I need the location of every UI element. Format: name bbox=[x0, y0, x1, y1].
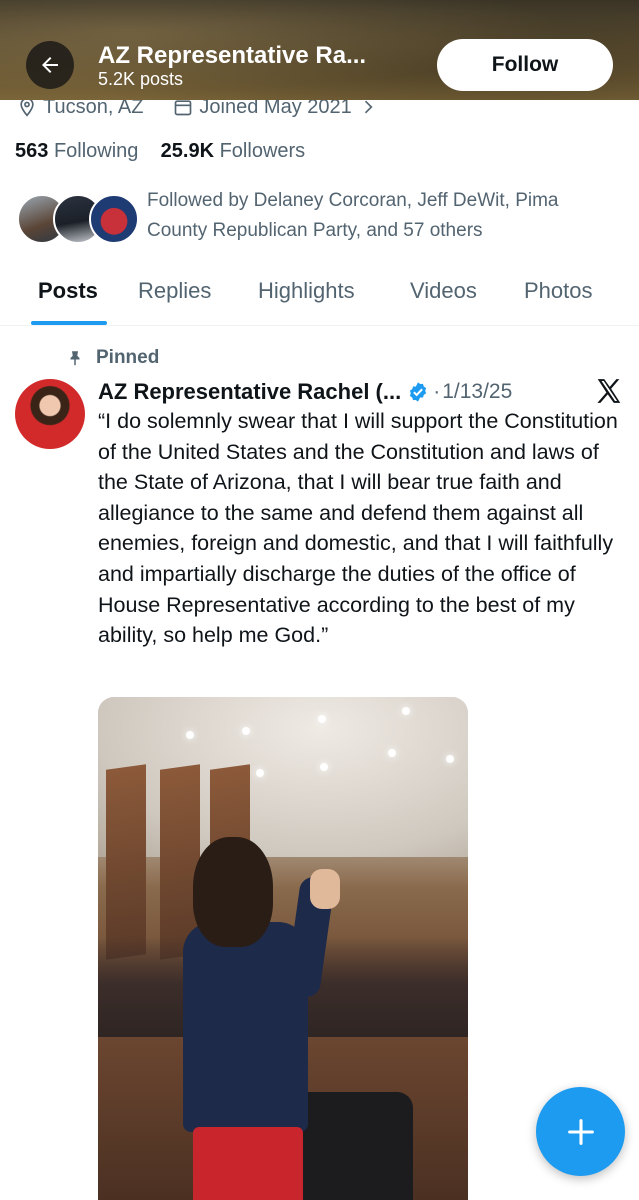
tab-photos[interactable]: Photos bbox=[524, 278, 593, 304]
following-label: Following bbox=[53, 140, 139, 162]
header-posts-count: 5.2K posts bbox=[98, 69, 184, 89]
image-chair bbox=[293, 1092, 413, 1200]
pinned-label: Pinned bbox=[96, 347, 160, 368]
pin-icon bbox=[70, 351, 80, 366]
verified-badge-icon bbox=[410, 382, 427, 402]
image-light bbox=[318, 715, 326, 723]
followers-count: 25.9K bbox=[160, 140, 215, 162]
chevron-right-icon[interactable] bbox=[358, 97, 378, 117]
post-author-avatar[interactable] bbox=[15, 379, 85, 449]
post-separator: · bbox=[433, 380, 441, 403]
image-light bbox=[388, 749, 396, 757]
back-button[interactable] bbox=[26, 41, 74, 89]
image-light bbox=[402, 707, 410, 715]
post-header: AZ Representative Rachel (... · 1/13/25 bbox=[98, 376, 512, 408]
active-tab-indicator bbox=[31, 321, 107, 325]
follow-stats: 563 Following 25.9K Followers bbox=[15, 140, 305, 163]
plus-icon bbox=[567, 1118, 594, 1145]
image-person-hair bbox=[193, 837, 273, 947]
image-ceiling bbox=[98, 697, 468, 857]
followed-by-text: Followed by Delaney Corcoran, Jeff DeWit… bbox=[147, 190, 559, 241]
tab-highlights[interactable]: Highlights bbox=[258, 278, 355, 304]
location-pin-icon bbox=[20, 97, 34, 117]
back-arrow-icon bbox=[42, 57, 58, 73]
avatar bbox=[89, 194, 139, 244]
post-image[interactable] bbox=[98, 697, 468, 1200]
image-light bbox=[320, 763, 328, 771]
image-raised-hand bbox=[310, 869, 340, 909]
image-light bbox=[446, 755, 454, 763]
image-person-skirt bbox=[193, 1127, 303, 1200]
tab-posts[interactable]: Posts bbox=[38, 278, 98, 304]
post-author-name[interactable]: AZ Representative Rachel (... bbox=[98, 379, 401, 405]
profile-tabs: Posts Replies Highlights Videos Photos bbox=[0, 262, 639, 326]
followed-by-section[interactable]: Followed by Delaney Corcoran, Jeff DeWit… bbox=[17, 186, 627, 256]
profile-header-banner: AZ Representative Ra... 5.2K posts Follo… bbox=[0, 0, 639, 100]
image-light bbox=[256, 769, 264, 777]
image-light bbox=[186, 731, 194, 739]
post-date[interactable]: 1/13/25 bbox=[442, 380, 512, 404]
post-text: “I do solemnly swear that I will support… bbox=[98, 409, 618, 648]
image-person bbox=[183, 922, 308, 1132]
following-count: 563 bbox=[15, 140, 49, 162]
header-title: AZ Representative Ra... bbox=[98, 42, 367, 69]
image-wall-panel bbox=[106, 764, 146, 960]
tab-videos[interactable]: Videos bbox=[410, 278, 477, 304]
followers-label: Followers bbox=[219, 140, 306, 162]
tab-replies[interactable]: Replies bbox=[138, 278, 211, 304]
image-light bbox=[242, 727, 250, 735]
pinned-label-row: Pinned bbox=[66, 345, 159, 371]
follow-button[interactable]: Follow bbox=[437, 39, 613, 91]
x-logo-icon bbox=[597, 379, 621, 403]
compose-button[interactable] bbox=[536, 1087, 625, 1176]
following-link[interactable]: 563 Following bbox=[15, 140, 138, 162]
followers-link[interactable]: 25.9K Followers bbox=[161, 140, 306, 162]
calendar-icon bbox=[175, 100, 192, 116]
followed-by-avatars bbox=[17, 194, 139, 246]
